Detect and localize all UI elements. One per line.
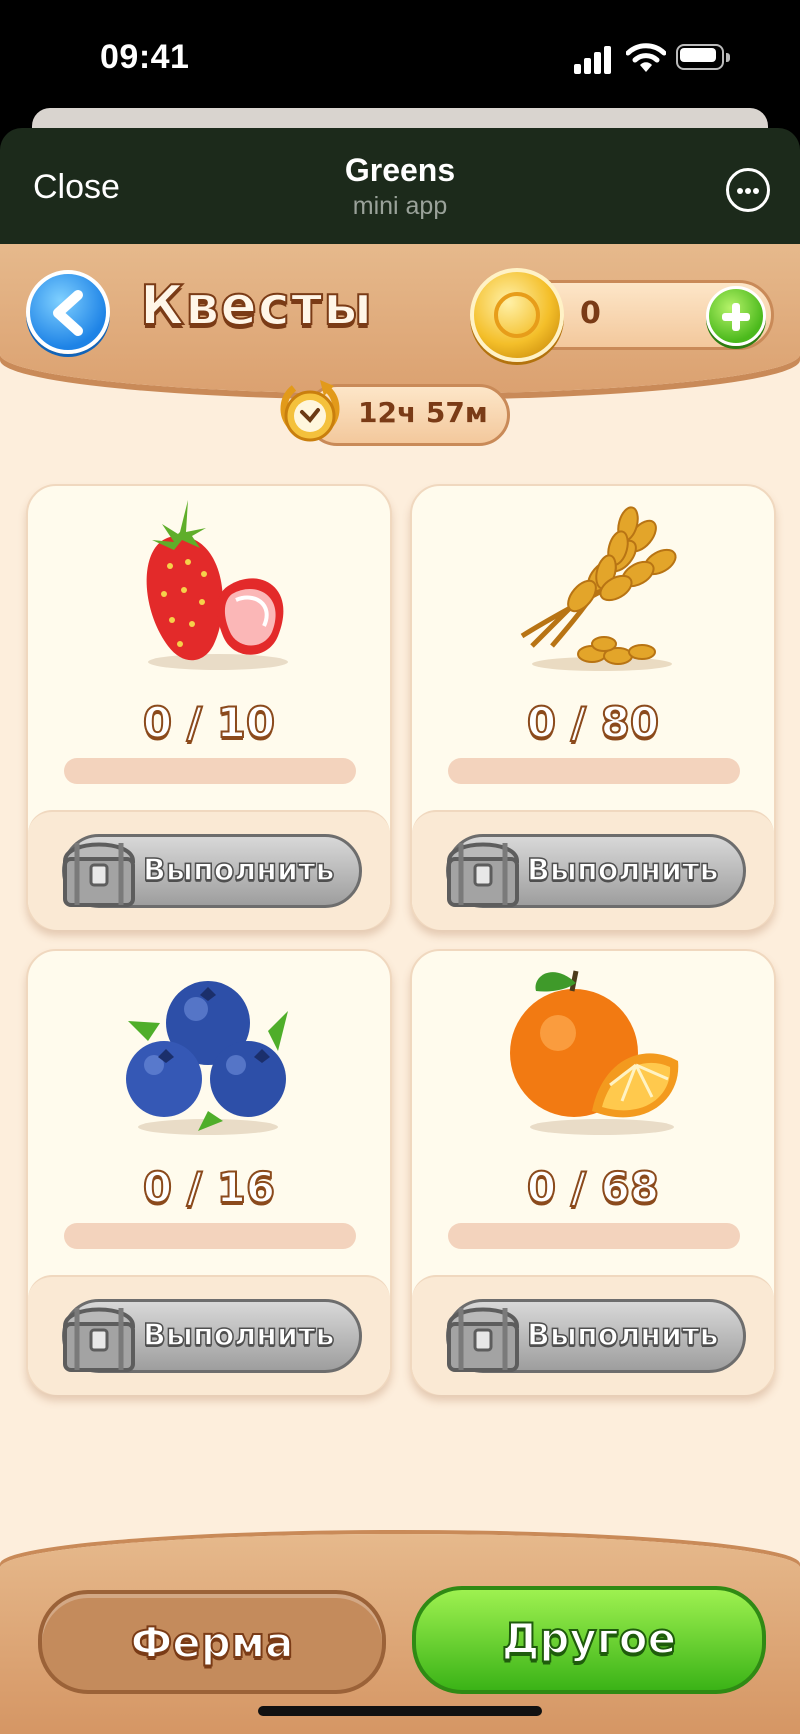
home-indicator [258,1706,542,1716]
more-icon[interactable] [726,168,770,212]
status-bar: 09:41 [0,0,800,110]
game-area: Квесты 0 12ч 57м 0 / 10 Выполнить 0 / 80… [0,244,800,1734]
coin-balance: 0 [580,296,601,331]
chest-icon [446,842,520,907]
quest-card-footer: Выполнить [28,810,390,930]
complete-button-label: Выполнить [526,852,719,889]
quest-card-footer: Выполнить [412,810,774,930]
wifi-icon [625,42,667,74]
blueberry-icon [126,981,288,1135]
strawberry-icon [146,500,288,670]
nav-farm-label: Ферма [130,1617,295,1668]
app-subtitle: mini app [352,192,448,220]
coin-icon [470,268,564,362]
quest-progress-text: 0 / 10 [142,697,276,748]
quest-progress-text: 0 / 16 [142,1162,276,1213]
battery-icon [676,44,732,72]
nav-other-button[interactable]: Другое [412,1586,766,1694]
quest-progress-bar [448,758,740,784]
quest-card-footer: Выполнить [412,1275,774,1395]
complete-quest-button[interactable]: Выполнить [446,834,746,908]
add-coins-button[interactable] [706,286,766,346]
timer-value: 12ч 57м [358,396,488,429]
page-title: Квесты [139,273,374,338]
bottom-nav: Ферма Другое [0,1534,800,1734]
quest-card-footer: Выполнить [28,1275,390,1395]
complete-quest-button[interactable]: Выполнить [62,834,362,908]
complete-button-label: Выполнить [142,852,335,889]
quest-card-wheat: 0 / 80 Выполнить [410,484,776,930]
quest-progress-bar [64,758,356,784]
quest-progress-text: 0 / 80 [526,697,660,748]
mini-app-header: Close Greens mini app [0,128,800,244]
wheat-icon [520,506,677,671]
quest-progress-text: 0 / 68 [526,1162,660,1213]
back-button[interactable] [26,270,110,354]
nav-farm-button[interactable]: Ферма [38,1590,386,1694]
app-title: Greens [344,152,456,188]
chest-icon [446,1307,520,1372]
nav-other-label: Другое [501,1613,677,1664]
chevron-left-icon [53,290,83,336]
quest-progress-bar [448,1223,740,1249]
complete-quest-button[interactable]: Выполнить [62,1299,362,1373]
quest-card-strawberry: 0 / 10 Выполнить [26,484,392,930]
orange-icon [510,970,679,1135]
signal-icon [574,44,614,74]
chest-icon [62,842,136,907]
quest-card-orange: 0 / 68 Выполнить [410,949,776,1395]
complete-quest-button[interactable]: Выполнить [446,1299,746,1373]
status-time: 09:41 [100,38,190,76]
complete-button-label: Выполнить [526,1317,719,1354]
complete-button-label: Выполнить [142,1317,335,1354]
quest-card-blueberry: 0 / 16 Выполнить [26,949,392,1395]
quest-progress-bar [64,1223,356,1249]
clock-icon [280,380,340,442]
chest-icon [62,1307,136,1372]
